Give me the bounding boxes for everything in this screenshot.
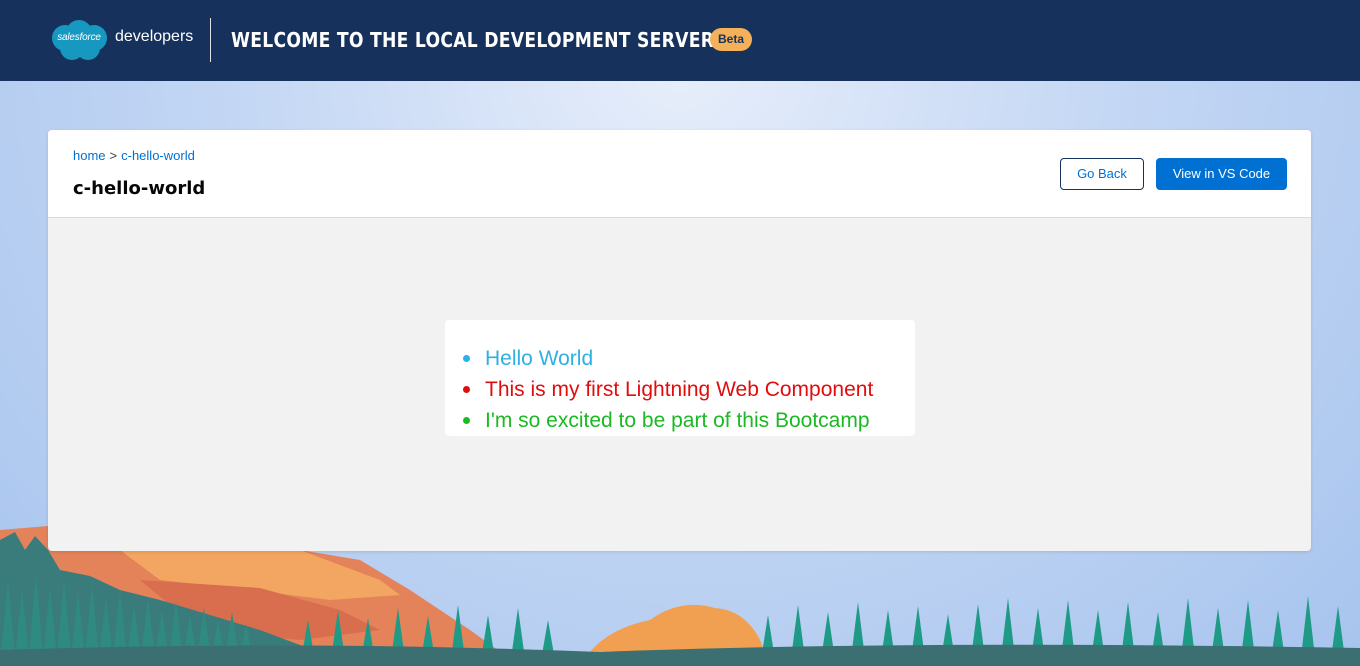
header-title: Welcome to the Local Development Server <box>231 28 715 52</box>
bullet-icon <box>463 417 470 424</box>
breadcrumb-separator: > <box>109 148 118 163</box>
beta-badge: Beta <box>710 28 752 51</box>
component-card: home > c-hello-world c-hello-world Go Back… <box>48 130 1311 551</box>
go-back-button[interactable]: Go Back <box>1060 158 1144 190</box>
message-list: Hello World This is my first Lightning W… <box>463 343 873 436</box>
logo-subtext: developers <box>115 28 194 45</box>
hello-world-component: Hello World This is my first Lightning W… <box>445 320 915 436</box>
breadcrumb-home-link[interactable]: home <box>73 148 106 163</box>
list-item-text: I'm so excited to be part of this Bootca… <box>485 409 870 432</box>
header-divider <box>210 18 211 62</box>
list-item: I'm so excited to be part of this Bootca… <box>463 405 873 436</box>
card-header: home > c-hello-world c-hello-world Go Back… <box>48 130 1311 218</box>
breadcrumb: home > c-hello-world <box>73 148 195 163</box>
logo-text: salesforce <box>57 32 101 43</box>
list-item-text: Hello World <box>485 347 594 370</box>
salesforce-developers-logo[interactable]: salesforce developers <box>48 17 193 63</box>
bullet-icon <box>463 355 470 362</box>
salesforce-cloud-icon: salesforce <box>48 18 110 62</box>
view-in-vscode-button[interactable]: View in VS Code <box>1156 158 1287 190</box>
list-item: This is my first Lightning Web Component <box>463 374 873 405</box>
page-title: c-hello-world <box>73 178 206 199</box>
list-item-text: This is my first Lightning Web Component <box>485 378 874 401</box>
list-item: Hello World <box>463 343 873 374</box>
bullet-icon <box>463 386 470 393</box>
top-header: salesforce developers Welcome to the Loc… <box>0 0 1360 81</box>
breadcrumb-current-link[interactable]: c-hello-world <box>121 148 195 163</box>
